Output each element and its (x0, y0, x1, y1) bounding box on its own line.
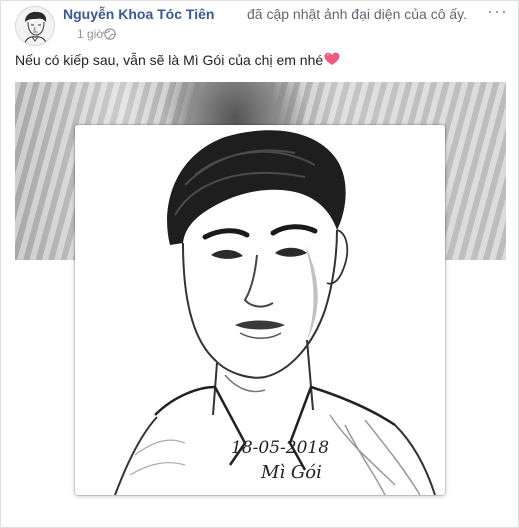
profile-picture[interactable]: 18-05-2018 Mì Gói (75, 125, 445, 495)
author-avatar[interactable] (15, 6, 55, 46)
post-caption: Nếu có kiếp sau, vẫn sẽ là Mì Gói của ch… (15, 52, 340, 68)
post-action-text: đã cập nhật ảnh đại diện của cô ấy. (247, 6, 468, 22)
signature-name: Mì Gói (261, 462, 322, 483)
heart-icon (324, 52, 340, 65)
post-timestamp[interactable]: 1 giờ (77, 27, 104, 41)
feed-post: Nguyễn Khoa Tóc Tiên đã cập nhật ảnh đại… (0, 0, 519, 528)
more-options-icon[interactable]: ··· (487, 2, 508, 20)
meta-separator: · (95, 27, 99, 41)
signature-date: 18-05-2018 (231, 438, 330, 458)
avatar-sketch-icon (16, 7, 54, 45)
caption-text: Nếu có kiếp sau, vẫn sẽ là Mì Gói của ch… (15, 52, 324, 68)
globe-icon[interactable] (104, 28, 116, 40)
author-name-link[interactable]: Nguyễn Khoa Tóc Tiên (63, 6, 214, 22)
